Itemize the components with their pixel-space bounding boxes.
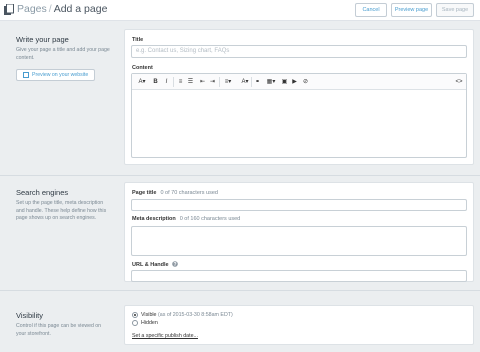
help-icon[interactable]: ?	[172, 261, 178, 268]
page-title-char-count: 0 of 70 characters used	[160, 190, 218, 196]
hidden-radio-label: Hidden	[141, 320, 158, 326]
cancel-button[interactable]: Cancel	[355, 3, 387, 17]
preview-on-website-label: Preview on your website	[32, 72, 89, 78]
pages-icon	[4, 4, 14, 15]
video-button[interactable]: ▶	[290, 77, 299, 87]
page-title: Add a page	[53, 3, 108, 15]
title-placeholder: e.g. Contact us, Sizing chart, FAQs	[136, 48, 230, 54]
breadcrumb-pages-link[interactable]: Pages	[17, 3, 47, 15]
section-divider	[0, 175, 480, 176]
toolbar-separator	[173, 77, 174, 87]
visible-radio[interactable]	[132, 312, 138, 318]
page-title-input[interactable]	[131, 199, 467, 211]
breadcrumb: Pages / Add a page	[17, 3, 107, 16]
content-label: Content	[132, 65, 153, 71]
preview-icon	[23, 72, 29, 78]
page-title-label-text: Page title	[132, 190, 157, 196]
page-title-label: Page title 0 of 70 characters used	[132, 190, 218, 196]
visibility-card	[124, 305, 474, 345]
toolbar-separator	[251, 77, 252, 87]
html-toggle-button[interactable]: <>	[454, 77, 464, 87]
image-button[interactable]: ▣	[280, 77, 289, 87]
write-section-title: Write your page	[16, 35, 69, 44]
meta-description-char-count: 0 of 160 characters used	[179, 216, 241, 222]
meta-description-label-text: Meta description	[132, 216, 176, 222]
url-handle-label-text: URL & Handle	[132, 262, 169, 268]
visibility-section-title: Visibility	[16, 311, 43, 320]
top-bar: Pages / Add a page Cancel Preview page Sav…	[0, 0, 480, 21]
seo-section-title: Search engines	[16, 188, 69, 197]
publish-date-link[interactable]: Set a specific publish date...	[132, 333, 198, 339]
write-section-description: Give your page a title and add your page…	[16, 47, 110, 61]
section-divider	[0, 290, 480, 291]
preview-page-button[interactable]: Preview page	[391, 3, 432, 17]
bullet-list-button[interactable]: ≡	[176, 77, 185, 87]
breadcrumb-separator: /	[48, 3, 52, 15]
bold-button[interactable]: B	[151, 77, 160, 87]
numbered-list-button[interactable]: ☰	[186, 77, 195, 87]
preview-on-website-button[interactable]: Preview on your website	[16, 69, 95, 81]
title-label: Title	[132, 37, 144, 43]
text-color-dropdown[interactable]: A▾	[238, 77, 252, 87]
title-input[interactable]: e.g. Contact us, Sizing chart, FAQs	[131, 45, 467, 58]
editor-toolbar: A▾ B I ≡ ☰ ⇤ ⇥ ≡▾ A▾ ⚭ ▦▾ ▣ ▶ ⊘ <>	[132, 74, 466, 90]
outdent-button[interactable]: ⇤	[198, 77, 207, 87]
url-handle-label: URL & Handle ?	[132, 261, 178, 268]
meta-description-textarea[interactable]	[131, 226, 467, 256]
svg-text:?: ?	[174, 262, 177, 267]
visibility-section-description: Control if this page can be viewed on yo…	[16, 323, 102, 337]
font-size-dropdown[interactable]: A▾	[135, 77, 149, 87]
visible-label: Visible	[141, 312, 157, 318]
remove-format-button[interactable]: ⊘	[301, 77, 310, 87]
meta-description-label: Meta description 0 of 160 characters used	[132, 216, 240, 222]
hidden-radio[interactable]	[132, 320, 138, 326]
url-handle-input[interactable]	[131, 270, 467, 282]
indent-button[interactable]: ⇥	[208, 77, 217, 87]
visible-radio-label: Visible (as of 2015-03-30 8:58am EDT)	[141, 312, 233, 318]
table-dropdown[interactable]: ▦▾	[264, 77, 278, 87]
italic-button[interactable]: I	[162, 77, 171, 87]
toolbar-separator	[219, 77, 220, 87]
save-page-button[interactable]: Save page	[436, 3, 474, 17]
visible-date-note: (as of 2015-03-30 8:58am EDT)	[158, 312, 233, 318]
seo-section-description: Set up the page title, meta description …	[16, 200, 107, 221]
link-button[interactable]: ⚭	[253, 77, 262, 87]
content-editor[interactable]: A▾ B I ≡ ☰ ⇤ ⇥ ≡▾ A▾ ⚭ ▦▾ ▣ ▶ ⊘ <>	[131, 73, 467, 158]
align-dropdown[interactable]: ≡▾	[221, 77, 235, 87]
